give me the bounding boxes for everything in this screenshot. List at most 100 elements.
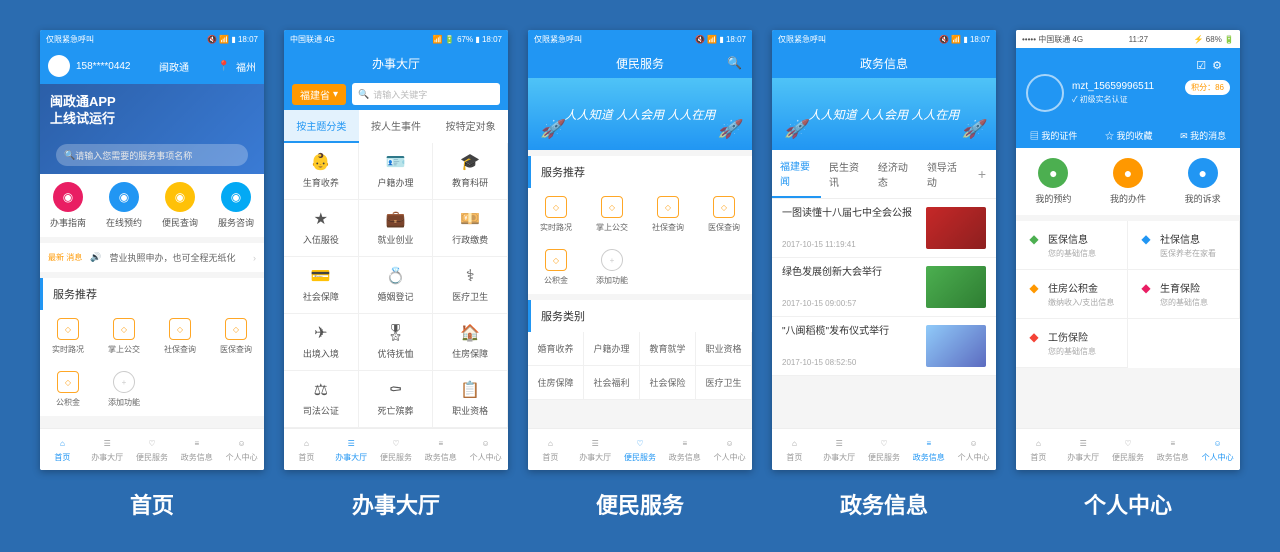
- tab-1[interactable]: ☰办事大厅: [329, 429, 374, 470]
- category-item[interactable]: 职业资格: [696, 332, 752, 366]
- tab-2[interactable]: ♡便民服务: [618, 429, 663, 470]
- service-category[interactable]: 📋职业资格: [433, 371, 508, 428]
- tab-3[interactable]: ≡政务信息: [662, 429, 707, 470]
- tab-2[interactable]: ♡便民服务: [374, 429, 419, 470]
- tab-4[interactable]: ☺个人中心: [1195, 429, 1240, 470]
- quick-action[interactable]: ◉在线预约: [96, 182, 152, 229]
- service-item[interactable]: ◇公积金: [40, 363, 96, 416]
- category-item[interactable]: 社会福利: [584, 366, 640, 400]
- info-card[interactable]: ◆医保信息您的基础信息: [1016, 221, 1128, 270]
- profile-link[interactable]: ▤ 我的证件: [1030, 129, 1078, 142]
- tab-0[interactable]: ⌂首页: [772, 429, 817, 470]
- profile-link[interactable]: ✉ 我的消息: [1180, 129, 1226, 142]
- tab-0[interactable]: ⌂首页: [40, 429, 85, 470]
- avatar[interactable]: [1026, 74, 1064, 112]
- service-item[interactable]: ◇社保查询: [152, 310, 208, 363]
- category-item[interactable]: 医疗卫生: [696, 366, 752, 400]
- tab-2[interactable]: ♡便民服务: [1106, 429, 1151, 470]
- hero-banner[interactable]: 闽政通APP上线试运行 🔍 请输入您需要的服务事项名称: [40, 84, 264, 174]
- avatar[interactable]: [48, 55, 70, 77]
- tab-2[interactable]: ♡便民服务: [862, 429, 907, 470]
- info-card[interactable]: ◆住房公积金缴纳收入/支出信息: [1016, 270, 1128, 319]
- category-tab[interactable]: 按主题分类: [284, 110, 359, 143]
- profile-action[interactable]: ●我的诉求: [1165, 158, 1240, 205]
- quick-action[interactable]: ◉便民查询: [152, 182, 208, 229]
- service-category[interactable]: ★入伍服役: [284, 200, 359, 257]
- tab-1[interactable]: ☰办事大厅: [85, 429, 130, 470]
- news-tab[interactable]: 领导活动: [919, 151, 968, 197]
- category-tab[interactable]: 按特定对象: [433, 110, 508, 143]
- tab-3[interactable]: ≡政务信息: [418, 429, 463, 470]
- search-input[interactable]: 🔍请输入关键字: [352, 83, 500, 105]
- quick-action[interactable]: ◉办事指南: [40, 182, 96, 229]
- category-item[interactable]: 婚育收养: [528, 332, 584, 366]
- service-category[interactable]: ⚕医疗卫生: [433, 257, 508, 314]
- info-card[interactable]: ◆生育保险您的基础信息: [1128, 270, 1240, 319]
- category-item[interactable]: 住房保障: [528, 366, 584, 400]
- news-tab[interactable]: 经济动态: [870, 151, 919, 197]
- service-item[interactable]: +添加功能: [584, 241, 640, 294]
- service-item[interactable]: ◇实时路况: [40, 310, 96, 363]
- profile-action[interactable]: ●我的办件: [1091, 158, 1166, 205]
- service-item[interactable]: ◇掌上公交: [96, 310, 152, 363]
- category-tab[interactable]: 按人生事件: [359, 110, 434, 143]
- tab-1[interactable]: ☰办事大厅: [817, 429, 862, 470]
- service-category[interactable]: ⚖司法公证: [284, 371, 359, 428]
- promo-banner[interactable]: 人人知道 人人会用 人人在用: [528, 78, 752, 150]
- service-item[interactable]: ◇医保查询: [208, 310, 264, 363]
- news-item[interactable]: "八闽稻榄"发布仪式举行2017-10-15 08:52:50: [772, 317, 996, 376]
- service-item[interactable]: ◇医保查询: [696, 188, 752, 241]
- service-item[interactable]: ◇掌上公交: [584, 188, 640, 241]
- search-icon[interactable]: 🔍: [727, 56, 742, 70]
- gear-icon[interactable]: ⚙: [1212, 59, 1222, 72]
- service-category[interactable]: 💍婚姻登记: [359, 257, 434, 314]
- service-category[interactable]: 💳社会保障: [284, 257, 359, 314]
- news-tab[interactable]: 民生资讯: [821, 151, 870, 197]
- info-card[interactable]: ◆社保信息医保养老在家看: [1128, 221, 1240, 270]
- tab-4[interactable]: ☺个人中心: [707, 429, 752, 470]
- tab-0[interactable]: ⌂首页: [528, 429, 573, 470]
- tab-0[interactable]: ⌂首页: [284, 429, 329, 470]
- score-badge[interactable]: 积分：86: [1185, 80, 1230, 95]
- profile-link[interactable]: ☆ 我的收藏: [1105, 129, 1153, 142]
- service-category[interactable]: 💴行政缴费: [433, 200, 508, 257]
- category-item[interactable]: 户籍办理: [584, 332, 640, 366]
- service-category[interactable]: 👶生育收养: [284, 143, 359, 200]
- location[interactable]: 福州: [236, 59, 256, 74]
- news-tab[interactable]: 福建要闻: [772, 150, 821, 198]
- service-item[interactable]: ◇社保查询: [640, 188, 696, 241]
- promo-banner[interactable]: 人人知道 人人会用 人人在用: [772, 78, 996, 150]
- service-category[interactable]: 🏠住房保障: [433, 314, 508, 371]
- service-category[interactable]: 💼就业创业: [359, 200, 434, 257]
- service-category[interactable]: ✈出境入境: [284, 314, 359, 371]
- news-item[interactable]: 一图读懂十八届七中全会公报2017-10-15 11:19:41: [772, 199, 996, 258]
- profile-action[interactable]: ●我的预约: [1016, 158, 1091, 205]
- service-category[interactable]: 🪪户籍办理: [359, 143, 434, 200]
- notice-bar[interactable]: 最新 消息 🔊 营业执照申办，也可全程无纸化 ›: [40, 243, 264, 272]
- checkin-icon[interactable]: ☑: [1196, 59, 1206, 72]
- province-select[interactable]: 福建省▾: [292, 84, 346, 105]
- tab-4[interactable]: ☺个人中心: [951, 429, 996, 470]
- info-card[interactable]: ◆工伤保险您的基础信息: [1016, 319, 1128, 368]
- location-icon[interactable]: 📍: [218, 61, 230, 72]
- tab-3[interactable]: ≡政务信息: [174, 429, 219, 470]
- search-input[interactable]: 🔍 请输入您需要的服务事项名称: [56, 144, 248, 166]
- tab-4[interactable]: ☺个人中心: [219, 429, 264, 470]
- category-item[interactable]: 社会保险: [640, 366, 696, 400]
- category-item[interactable]: 教育就学: [640, 332, 696, 366]
- service-category[interactable]: 🎖优待抚恤: [359, 314, 434, 371]
- quick-action[interactable]: ◉服务咨询: [208, 182, 264, 229]
- tab-3[interactable]: ≡政务信息: [906, 429, 951, 470]
- tab-3[interactable]: ≡政务信息: [1150, 429, 1195, 470]
- tab-2[interactable]: ♡便民服务: [130, 429, 175, 470]
- service-item[interactable]: ◇实时路况: [528, 188, 584, 241]
- service-category[interactable]: 🎓教育科研: [433, 143, 508, 200]
- tab-4[interactable]: ☺个人中心: [463, 429, 508, 470]
- tab-1[interactable]: ☰办事大厅: [1061, 429, 1106, 470]
- service-item[interactable]: +添加功能: [96, 363, 152, 416]
- service-category[interactable]: ⚰死亡殡葬: [359, 371, 434, 428]
- tab-1[interactable]: ☰办事大厅: [573, 429, 618, 470]
- add-tab-icon[interactable]: +: [968, 166, 996, 182]
- tab-0[interactable]: ⌂首页: [1016, 429, 1061, 470]
- service-item[interactable]: ◇公积金: [528, 241, 584, 294]
